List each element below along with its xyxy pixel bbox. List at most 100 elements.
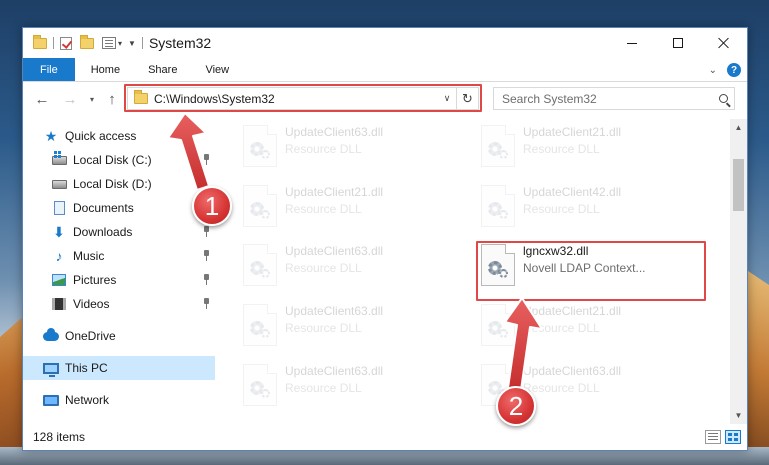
sidebar-item-label: Pictures [73, 273, 117, 287]
pin-icon [202, 274, 211, 285]
file-name: UpdateClient63.dll [285, 244, 384, 258]
file-type: Resource DLL [523, 381, 600, 395]
file-name: UpdateClient63.dll [523, 364, 622, 378]
sidebar-item-local-disk-c[interactable]: Local Disk (C:) [23, 148, 215, 172]
file-type: Resource DLL [285, 381, 362, 395]
tab-home[interactable]: Home [75, 58, 134, 81]
vertical-scrollbar[interactable]: ▲ ▼ [730, 119, 747, 424]
address-bar[interactable]: C:\Windows\System32 ∨ ↻ [127, 87, 479, 110]
search-box[interactable]: Search System32 [493, 87, 735, 110]
close-icon [718, 37, 730, 49]
navigation-pane: ★ Quick access Local Disk (C:) Local Dis… [23, 119, 215, 424]
file-list: UpdateClient63.dll Resource DLL UpdateCli… [229, 119, 729, 424]
file-type: Resource DLL [523, 142, 600, 156]
scroll-up-icon[interactable]: ▲ [730, 119, 747, 136]
sidebar-item-onedrive[interactable]: OneDrive [23, 324, 215, 348]
sidebar-item-pictures[interactable]: Pictures [23, 268, 215, 292]
file-name: UpdateClient42.dll [523, 185, 622, 199]
sidebar-item-downloads[interactable]: ⬇ Downloads [23, 220, 215, 244]
refresh-button[interactable]: ↻ [456, 88, 478, 109]
scroll-down-icon[interactable]: ▼ [730, 407, 747, 424]
ribbon-tabs: File Home Share View ⌄ ? [23, 58, 747, 82]
sidebar-item-label: Downloads [73, 225, 133, 239]
music-icon: ♪ [55, 248, 63, 264]
pin-icon [202, 250, 211, 261]
forward-button[interactable]: → [59, 88, 81, 110]
file-name: UpdateClient63.dll [285, 304, 384, 318]
properties-check-icon[interactable] [60, 36, 72, 50]
sidebar-item-documents[interactable]: Documents [23, 196, 215, 220]
address-dropdown-icon[interactable]: ∨ [438, 93, 456, 104]
sidebar-item-label: Network [65, 393, 110, 407]
minimize-icon [627, 42, 637, 44]
local-disk-d-icon [51, 176, 67, 192]
videos-icon [51, 296, 67, 312]
maximize-icon [673, 38, 683, 48]
close-button[interactable] [701, 28, 747, 58]
step-1-badge: 1 [192, 186, 232, 226]
new-folder-icon[interactable] [80, 34, 94, 49]
item-count: 128 items [33, 430, 86, 444]
customize-toolbar-icon[interactable]: ▼ [128, 39, 136, 48]
dll-file-icon [243, 244, 277, 286]
file-tile[interactable]: UpdateClient21.dll Resource DLL [243, 181, 468, 233]
ribbon-right-controls: ⌄ ? [709, 58, 741, 82]
file-name: UpdateClient21.dll [523, 125, 622, 139]
sidebar-item-local-disk-d[interactable]: Local Disk (D:) [23, 172, 215, 196]
minimize-button[interactable] [609, 28, 655, 58]
dll-file-icon [481, 304, 515, 346]
help-icon[interactable]: ? [727, 63, 741, 77]
sidebar-item-network[interactable]: Network [23, 388, 215, 412]
file-type: Novell LDAP Context... [523, 261, 646, 275]
recent-locations-button[interactable]: ▾ [85, 88, 99, 110]
sidebar-item-label: Videos [73, 297, 110, 311]
file-tile[interactable]: UpdateClient63.dll Resource DLL [243, 300, 468, 352]
window-title: System32 [148, 35, 212, 51]
pin-icon [202, 298, 211, 309]
sidebar-item-this-pc[interactable]: This PC [23, 356, 215, 380]
this-pc-icon [43, 360, 59, 377]
sidebar-item-label: OneDrive [65, 329, 116, 343]
sidebar-item-quick-access[interactable]: ★ Quick access [23, 124, 215, 148]
file-tile[interactable]: UpdateClient21.dll Resource DLL [481, 121, 706, 173]
up-button[interactable]: ↑ [101, 88, 123, 110]
file-name: UpdateClient21.dll [285, 185, 384, 199]
tab-view[interactable]: View [191, 58, 243, 81]
search-input[interactable]: Search System32 [502, 92, 712, 106]
address-text[interactable]: C:\Windows\System32 [154, 92, 438, 106]
file-tile[interactable]: UpdateClient63.dll Resource DLL [243, 360, 468, 412]
file-name: UpdateClient63.dll [285, 364, 384, 378]
details-view-icon[interactable] [705, 430, 721, 444]
scrollbar-thumb[interactable] [733, 159, 744, 211]
sidebar-item-label: Local Disk (C:) [73, 153, 152, 167]
expand-ribbon-icon[interactable]: ⌄ [709, 65, 717, 76]
sidebar-item-label: Music [73, 249, 105, 263]
file-name: UpdateClient63.dll [285, 125, 384, 139]
file-tile[interactable]: UpdateClient63.dll Resource DLL [243, 240, 468, 292]
dll-file-icon [243, 364, 277, 406]
sidebar-item-music[interactable]: ♪ Music [23, 244, 215, 268]
back-button[interactable]: ← [31, 88, 53, 110]
caret-down-icon[interactable]: ▾ [118, 39, 122, 48]
network-icon [43, 392, 59, 408]
tab-share[interactable]: Share [134, 58, 191, 81]
file-type: Resource DLL [285, 321, 362, 335]
tab-file[interactable]: File [23, 58, 75, 81]
sidebar-item-label: Local Disk (D:) [73, 177, 152, 191]
file-tile[interactable]: UpdateClient63.dll Resource DLL [243, 121, 468, 173]
search-icon[interactable] [712, 94, 734, 103]
dll-file-icon [481, 125, 515, 167]
tiles-view-icon[interactable] [725, 430, 741, 444]
dll-file-icon [481, 244, 515, 286]
file-type: Resource DLL [285, 261, 362, 275]
dll-file-icon [243, 185, 277, 227]
quick-access-properties-icon[interactable] [102, 37, 116, 49]
file-tile[interactable]: UpdateClient42.dll Resource DLL [481, 181, 706, 233]
target-file-tile[interactable]: lgncxw32.dll Novell LDAP Context... [481, 240, 706, 292]
sidebar-item-label: Quick access [65, 129, 137, 143]
maximize-button[interactable] [655, 28, 701, 58]
sidebar-item-videos[interactable]: Videos [23, 292, 215, 316]
dll-file-icon [481, 185, 515, 227]
file-tile[interactable]: UpdateClient21.dll Resource DLL [481, 300, 706, 352]
file-type: Resource DLL [285, 202, 362, 216]
